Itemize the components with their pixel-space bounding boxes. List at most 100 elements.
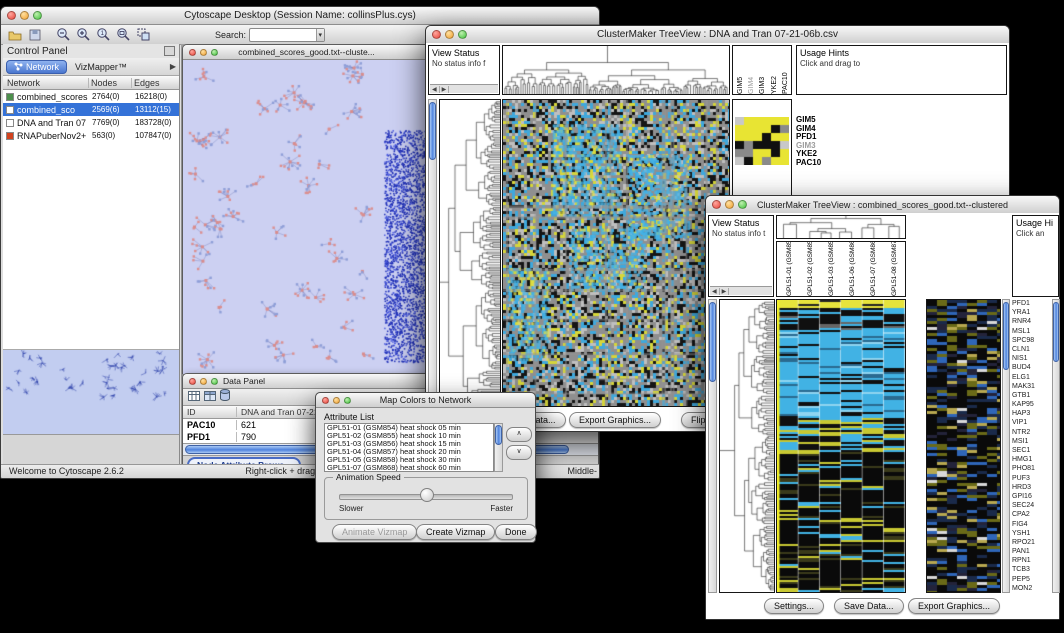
gene-label[interactable]: RPO21 [1012, 538, 1050, 547]
close-button[interactable] [189, 378, 196, 385]
gene-label[interactable]: BUD4 [1012, 363, 1050, 372]
save-session-icon[interactable] [26, 27, 43, 43]
gene-label[interactable]: PAN1 [1012, 547, 1050, 556]
gene-label[interactable]: HAP3 [1012, 409, 1050, 418]
network-canvas[interactable] [183, 60, 430, 374]
gene-label[interactable]: HMG1 [1012, 455, 1050, 464]
heatmap-canvas[interactable] [777, 300, 905, 592]
gene-label[interactable]: HRD3 [1012, 483, 1050, 492]
move-up-button[interactable]: ∧ [506, 427, 532, 442]
minimize-button[interactable] [200, 378, 207, 385]
row-dendrogram-canvas[interactable] [440, 100, 500, 406]
gene-label[interactable]: VIP1 [1012, 418, 1050, 427]
column-dendrogram-canvas[interactable] [777, 216, 905, 238]
network-list-row[interactable]: combined_scores2764(0)16218(0) [3, 90, 179, 103]
gene-label[interactable]: RNR4 [1012, 317, 1050, 326]
zoom-out-icon[interactable] [55, 27, 72, 43]
search-input[interactable]: ▾ [249, 28, 325, 42]
gene-label[interactable]: YSH1 [1012, 529, 1050, 538]
scrollbar-thumb[interactable] [1003, 302, 1009, 370]
gene-label[interactable]: CLN1 [1012, 345, 1050, 354]
gene-label[interactable]: CPA2 [1012, 510, 1050, 519]
tv2-save-data-button[interactable]: Save Data... [834, 598, 904, 614]
heatmap-canvas[interactable] [503, 100, 729, 406]
scroll-left-icon[interactable]: ◀ [710, 288, 720, 295]
attribute-list[interactable]: GPL51-01 (GSM854) heat shock 05 minGPL51… [324, 423, 494, 472]
gene-label[interactable]: SEC24 [1012, 501, 1050, 510]
minimize-button[interactable] [333, 397, 340, 404]
animate-vizmap-button[interactable]: Animate Vizmap [332, 524, 417, 540]
close-button[interactable] [7, 11, 16, 20]
scroll-right-icon[interactable]: ▶ [440, 86, 450, 93]
cytoscape-titlebar[interactable]: Cytoscape Desktop (Session Name: collins… [1, 7, 599, 25]
gene-label[interactable]: GPI16 [1012, 492, 1050, 501]
gene-label[interactable]: SEC1 [1012, 446, 1050, 455]
network-overview-canvas[interactable] [3, 350, 179, 435]
zoom-actual-icon[interactable]: 1 [95, 27, 112, 43]
minimize-button[interactable] [445, 30, 454, 39]
treeview-dna-titlebar[interactable]: ClusterMaker TreeView : DNA and Tran 07-… [426, 26, 1009, 44]
attribute-list-scrollbar[interactable] [494, 423, 503, 472]
gene-label[interactable]: FIG4 [1012, 520, 1050, 529]
gene-list-scrollbar[interactable] [1052, 299, 1060, 593]
row-dendrogram-scrollbar[interactable] [708, 299, 717, 593]
scroll-right-icon[interactable]: ▶ [720, 288, 730, 295]
scroll-left-icon[interactable]: ◀ [430, 86, 440, 93]
zoom-button[interactable] [211, 378, 218, 385]
view-status-scrollbar[interactable]: ◀▶ [430, 84, 498, 93]
row-dendrogram-canvas[interactable] [720, 300, 774, 592]
gene-label[interactable]: PFD1 [1012, 299, 1050, 308]
column-dendrogram-canvas[interactable] [503, 46, 729, 94]
done-button[interactable]: Done [495, 524, 537, 540]
secondary-heatmap-canvas[interactable] [927, 300, 1000, 592]
gene-label[interactable]: TCB3 [1012, 565, 1050, 574]
minimize-button[interactable] [20, 11, 29, 20]
network-list-row[interactable]: RNAPuberNov2+563(0)107847(0) [3, 129, 179, 142]
tv2-export-graphics-button[interactable]: Export Graphics... [908, 598, 1000, 614]
treeview-combined-titlebar[interactable]: ClusterMaker TreeView : combined_scores_… [706, 196, 1059, 214]
tv2-settings-button[interactable]: Settings... [764, 598, 824, 614]
column-edges[interactable]: Edges [132, 78, 179, 88]
close-button[interactable] [712, 200, 721, 209]
open-session-icon[interactable] [6, 27, 23, 43]
speed-slider-thumb[interactable] [420, 488, 434, 502]
close-button[interactable] [322, 397, 329, 404]
create-attribute-icon[interactable] [204, 388, 216, 406]
zoom-button[interactable] [211, 49, 218, 56]
network-list-row[interactable]: DNA and Tran 077769(0)183728(0) [3, 116, 179, 129]
scrollbar-thumb[interactable] [1053, 302, 1059, 362]
close-button[interactable] [189, 49, 196, 56]
search-dropdown-icon[interactable]: ▾ [316, 29, 325, 41]
network-list-row[interactable]: combined_sco2569(6)13112(15) [3, 103, 179, 116]
tab-overflow-arrow[interactable]: ▶ [170, 62, 176, 71]
select-attributes-icon[interactable] [188, 388, 200, 406]
gene-label[interactable]: MSI1 [1012, 437, 1050, 446]
gene-label[interactable]: YRA1 [1012, 308, 1050, 317]
zoom-fit-icon[interactable] [115, 27, 132, 43]
row-dendrogram-scrollbar[interactable] [428, 99, 437, 407]
gene-label[interactable]: NIS1 [1012, 354, 1050, 363]
column-id[interactable]: ID [183, 407, 237, 417]
column-network[interactable]: Network [3, 78, 89, 88]
create-vizmap-button[interactable]: Create Vizmap [416, 524, 495, 540]
float-panel-icon[interactable] [164, 46, 175, 56]
heatmap-scrollbar[interactable] [1002, 299, 1010, 593]
minimize-button[interactable] [725, 200, 734, 209]
delete-attribute-icon[interactable] [220, 388, 230, 406]
map-colors-titlebar[interactable]: Map Colors to Network [316, 393, 535, 408]
zoom-button[interactable] [738, 200, 747, 209]
column-nodes[interactable]: Nodes [89, 78, 132, 88]
zoom-selected-icon[interactable] [135, 27, 152, 43]
minimize-button[interactable] [200, 49, 207, 56]
zoom-button[interactable] [33, 11, 42, 20]
gene-label[interactable]: PHO81 [1012, 464, 1050, 473]
move-down-button[interactable]: ∨ [506, 445, 532, 460]
scrollbar-thumb[interactable] [429, 102, 436, 160]
attribute-list-item[interactable]: GPL51-07 (GSM868) heat shock 60 min [325, 464, 493, 472]
gene-label[interactable]: SPC98 [1012, 336, 1050, 345]
gene-label[interactable]: KAP95 [1012, 400, 1050, 409]
tab-vizmapper[interactable]: VizMapper™ [70, 61, 132, 73]
view-status-scrollbar[interactable]: ◀▶ [710, 286, 772, 295]
gene-label[interactable]: RPN1 [1012, 556, 1050, 565]
gene-label[interactable]: MON2 [1012, 584, 1050, 593]
